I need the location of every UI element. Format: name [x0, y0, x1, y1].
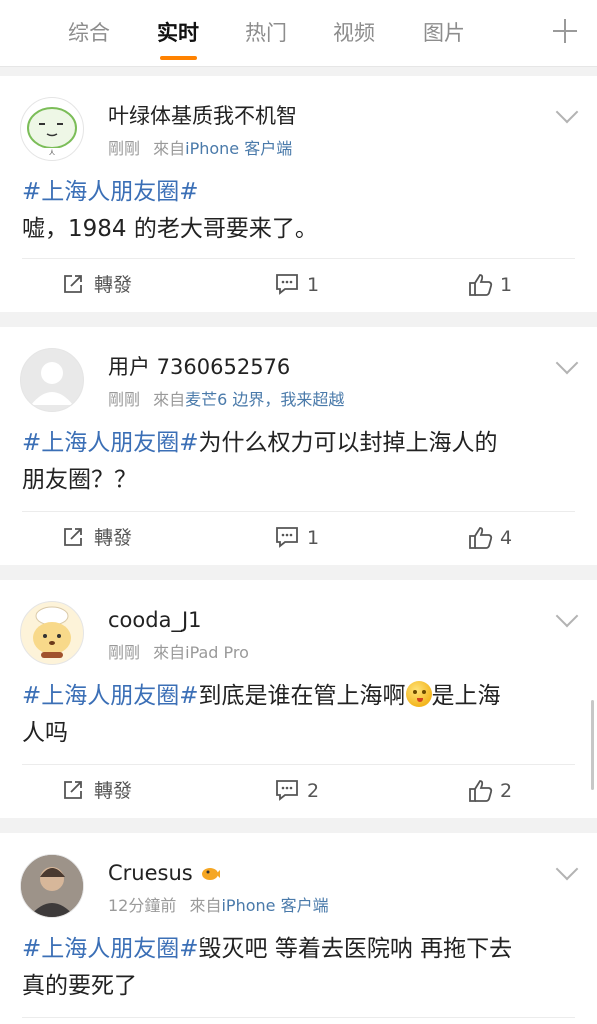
divider	[22, 764, 575, 765]
active-tab-indicator	[160, 56, 197, 60]
comment-count: 1	[307, 274, 320, 296]
cartoon-avatar-icon: 人	[27, 107, 77, 157]
channel-tab-bar: 综合 实时 热门 视频 图片	[0, 0, 597, 67]
repost-label: 轉發	[94, 527, 133, 549]
thumbs-up-icon	[469, 780, 493, 802]
repost-label: 轉發	[94, 274, 133, 296]
avatar[interactable]	[20, 348, 84, 412]
post-meta: 剛剛 來自iPhone 客户端	[108, 138, 292, 160]
repost-label: 轉發	[94, 780, 133, 802]
chevron-down-icon[interactable]	[555, 604, 579, 628]
post-card[interactable]: cooda_J1 剛剛 來自iPad Pro #上海人朋友圈#到底是谁在管上海啊…	[0, 580, 597, 818]
avatar[interactable]: 人	[20, 97, 84, 161]
post-time: 剛剛	[108, 643, 141, 662]
tab-video[interactable]: 视频	[333, 18, 375, 48]
post-time: 12分鐘前	[108, 896, 177, 915]
post-text-line: 为什么权力可以封掉上海人的	[198, 430, 498, 456]
divider	[22, 1017, 575, 1018]
like-count: 4	[500, 527, 513, 549]
post-card[interactable]: Cruesus 12分鐘前 來自iPhone 客户端 #上海人朋友圈#毁灭吧 等…	[0, 833, 597, 1024]
chef-dog-avatar-icon	[33, 606, 71, 658]
post-meta: 12分鐘前 來自iPhone 客户端	[108, 895, 329, 917]
comment-icon	[276, 274, 298, 295]
post-time: 剛剛	[108, 139, 141, 158]
tongue-emoji-icon	[405, 681, 432, 707]
post-meta: 剛剛 來自麦芒6 边界，我来超越	[108, 389, 344, 411]
post-card[interactable]: 人 叶绿体基质我不机智 剛剛 來自iPhone 客户端 #上海人朋友圈# 嘘，1…	[0, 76, 597, 312]
source-prefix: 來自	[153, 390, 186, 409]
username[interactable]: Cruesus	[108, 859, 221, 887]
post-text: #上海人朋友圈#为什么权力可以封掉上海人的 朋友圈？？	[22, 425, 575, 499]
pufferfish-badge-icon	[202, 868, 221, 880]
divider	[22, 258, 575, 259]
source-prefix: 來自	[153, 139, 186, 158]
avatar[interactable]	[20, 601, 84, 665]
post-text: #上海人朋友圈#到底是谁在管上海啊 是上海 人吗	[22, 678, 575, 752]
post-text-line: 真的要死了	[22, 973, 137, 999]
post-text: #上海人朋友圈# 嘘，1984 的老大哥要来了。	[22, 174, 575, 248]
default-user-icon	[31, 362, 73, 405]
post-card[interactable]: 用户 7360652576 剛剛 來自麦芒6 边界，我来超越 #上海人朋友圈#为…	[0, 327, 597, 565]
post-time: 剛剛	[108, 390, 141, 409]
post-text-line: 人吗	[22, 720, 68, 746]
thumbs-up-icon	[469, 274, 493, 296]
username[interactable]: 叶绿体基质我不机智	[108, 102, 297, 130]
comment-count: 1	[307, 527, 320, 549]
chevron-down-icon[interactable]	[555, 351, 579, 375]
post-source: iPad Pro	[185, 643, 249, 662]
comment-count: 2	[307, 780, 320, 802]
share-icon	[64, 275, 82, 293]
post-text-line: 朋友圈？？	[22, 467, 137, 493]
post-text-line: 到底是谁在管上海啊	[198, 683, 406, 709]
like-count: 2	[500, 780, 513, 802]
chevron-down-icon[interactable]	[555, 857, 579, 881]
hashtag-link[interactable]: #上海人朋友圈#	[22, 179, 199, 205]
post-source[interactable]: iPhone 客户端	[221, 896, 328, 915]
hashtag-link[interactable]: #上海人朋友圈#	[22, 936, 199, 962]
source-prefix: 來自	[189, 896, 222, 915]
post-text-line: 是上海	[431, 683, 501, 709]
username[interactable]: cooda_J1	[108, 606, 202, 634]
post-source[interactable]: iPhone 客户端	[185, 139, 292, 158]
tab-realtime[interactable]: 实时	[157, 18, 199, 48]
post-text: #上海人朋友圈#毁灭吧 等着去医院呐 再拖下去 真的要死了	[22, 931, 575, 1005]
scrollbar[interactable]	[591, 700, 594, 790]
tab-comprehensive[interactable]: 综合	[68, 18, 110, 48]
share-icon	[64, 781, 82, 799]
comment-icon	[276, 780, 298, 801]
hashtag-link[interactable]: #上海人朋友圈#	[22, 683, 199, 709]
like-count: 1	[500, 274, 513, 296]
photo-avatar-icon	[21, 855, 83, 917]
tab-hot[interactable]: 热门	[245, 18, 287, 48]
share-icon	[64, 528, 82, 546]
chevron-down-icon[interactable]	[555, 100, 579, 124]
source-prefix: 來自	[153, 643, 186, 662]
username[interactable]: 用户 7360652576	[108, 353, 290, 381]
post-text-line: 嘘，1984 的老大哥要来了。	[22, 216, 318, 242]
post-meta: 剛剛 來自iPad Pro	[108, 642, 249, 664]
svg-text:人: 人	[49, 150, 55, 157]
tab-images[interactable]: 图片	[423, 18, 465, 48]
divider	[22, 511, 575, 512]
post-source[interactable]: 麦芒6 边界，我来超越	[185, 390, 344, 409]
avatar[interactable]	[20, 854, 84, 918]
post-text-line: 毁灭吧 等着去医院呐 再拖下去	[198, 936, 513, 962]
username-text: Cruesus	[108, 861, 193, 885]
comment-icon	[276, 527, 298, 548]
thumbs-up-icon	[469, 527, 493, 549]
hashtag-link[interactable]: #上海人朋友圈#	[22, 430, 199, 456]
plus-icon[interactable]	[551, 17, 579, 45]
